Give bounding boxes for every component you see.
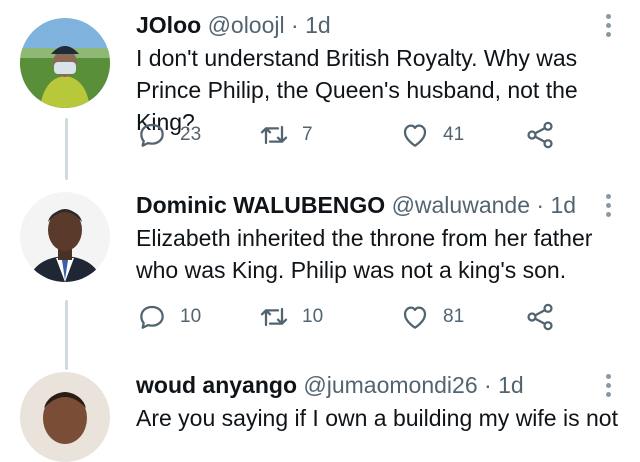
share-icon (527, 121, 553, 149)
like-count: 41 (443, 124, 465, 145)
avatar[interactable] (20, 192, 110, 282)
timestamp[interactable]: 1d (498, 372, 524, 398)
like-button[interactable]: 81 (399, 300, 464, 334)
more-vertical-icon[interactable] (606, 374, 612, 401)
retweet-button[interactable]: 7 (258, 118, 313, 152)
tweet[interactable]: Dominic WALUBENGO @waluwande · 1d Elizab… (0, 180, 640, 360)
heart-icon (403, 306, 427, 329)
display-name[interactable]: woud anyango (136, 372, 297, 398)
separator: · (536, 192, 545, 218)
display-name[interactable]: Dominic WALUBENGO (136, 192, 385, 218)
tweet-header: woud anyango @jumaomondi26 · 1d (136, 372, 524, 399)
tweet-text: Are you saying if I own a building my wi… (136, 402, 631, 434)
like-count: 81 (443, 306, 465, 327)
tweet-text-line: Elizabeth inherited the throne from her … (136, 225, 593, 251)
share-icon (527, 303, 553, 331)
timestamp[interactable]: 1d (550, 192, 576, 218)
more-vertical-icon[interactable] (606, 194, 612, 221)
share-button[interactable] (524, 118, 556, 152)
tweet-header: JOloo @oloojl · 1d (136, 12, 331, 39)
retweet-button[interactable]: 10 (258, 300, 323, 334)
reply-button[interactable]: 10 (136, 300, 201, 334)
tweet[interactable]: JOloo @oloojl · 1d I don't understand Br… (0, 0, 640, 170)
user-handle[interactable]: @oloojl (208, 12, 285, 38)
retweet-count: 7 (302, 124, 313, 145)
like-button[interactable]: 41 (399, 118, 464, 152)
tweet-text-line: I don't understand British Royalty. Why … (136, 45, 578, 71)
retweet-icon (260, 307, 288, 327)
reply-count: 23 (180, 124, 202, 145)
avatar[interactable] (20, 18, 110, 108)
retweet-icon (260, 125, 288, 145)
more-vertical-icon[interactable] (606, 14, 612, 41)
separator: · (291, 12, 299, 38)
reply-button[interactable]: 23 (136, 118, 201, 152)
tweet-text: Elizabeth inherited the throne from her … (136, 222, 631, 286)
tweet[interactable]: woud anyango @jumaomondi26 · 1d Are you … (0, 360, 640, 462)
tweet-text-line: Are you saying if I own a building my wi… (136, 405, 618, 431)
share-button[interactable] (524, 300, 556, 334)
heart-icon (403, 124, 427, 147)
separator: · (484, 372, 492, 398)
display-name[interactable]: JOloo (136, 12, 201, 38)
timestamp[interactable]: 1d (305, 12, 331, 38)
user-handle[interactable]: @jumaomondi26 (303, 372, 477, 398)
avatar[interactable] (20, 372, 110, 462)
reply-icon (140, 305, 164, 329)
tweet-header: Dominic WALUBENGO @waluwande · 1d (136, 192, 576, 219)
tweet-text: I don't understand British Royalty. Why … (136, 42, 631, 138)
tweet-text-line: Prince Philip, the Queen's husband, not … (136, 77, 578, 135)
user-handle[interactable]: @waluwande (392, 192, 530, 218)
retweet-count: 10 (302, 306, 324, 327)
tweet-text-line: who was King. Philip was not a king's so… (136, 257, 567, 283)
reply-icon (140, 123, 164, 147)
reply-count: 10 (180, 306, 202, 327)
